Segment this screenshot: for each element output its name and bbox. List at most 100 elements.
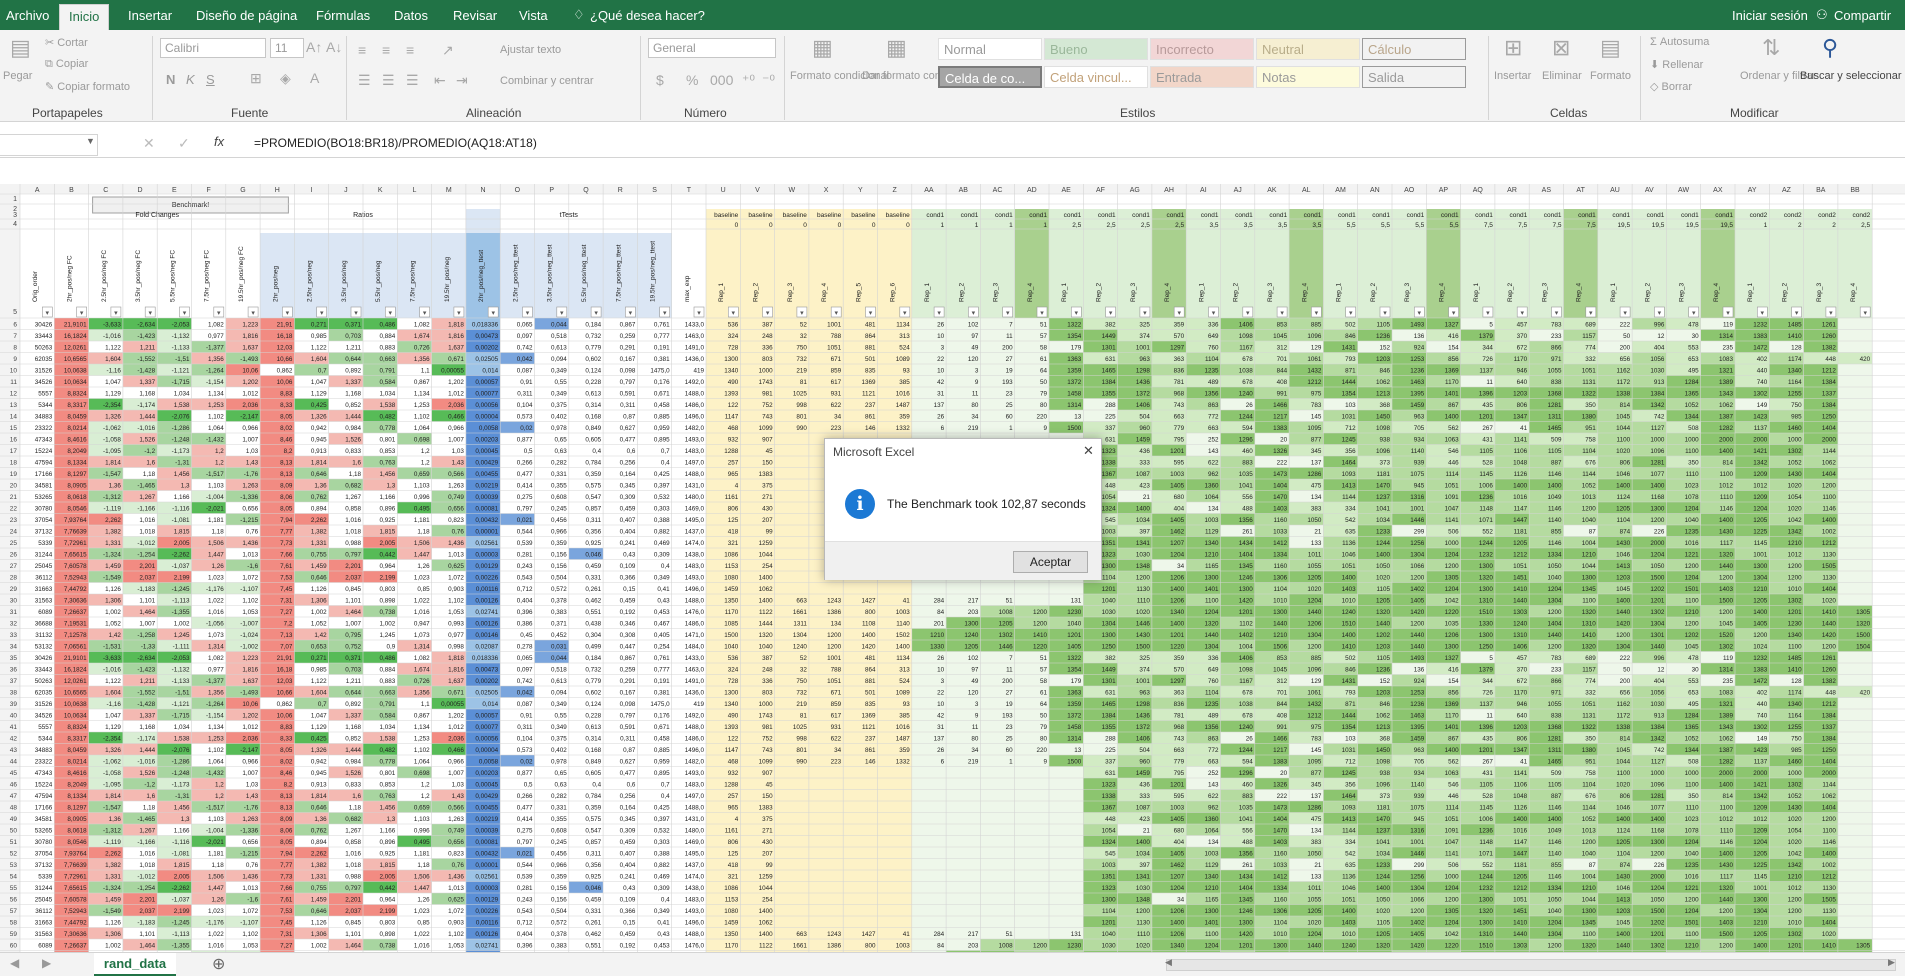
- cell-value[interactable]: 1130: [1822, 885, 1836, 892]
- cell-value[interactable]: 223: [831, 425, 842, 432]
- cell-value[interactable]: 562: [1448, 425, 1459, 432]
- cell-value[interactable]: 1045: [1273, 667, 1288, 674]
- cell-value[interactable]: 0,591: [620, 391, 636, 398]
- cell-value[interactable]: 2,199: [174, 908, 190, 915]
- cell-value[interactable]: 1301: [1102, 678, 1117, 685]
- cell-value[interactable]: 150: [762, 793, 773, 800]
- cell-value[interactable]: 0,43: [623, 885, 636, 892]
- cell-value[interactable]: 1243: [827, 598, 842, 605]
- cell-value[interactable]: 726: [1482, 356, 1493, 363]
- cell-value[interactable]: 10,6565: [64, 356, 87, 363]
- cell-value[interactable]: -1,012: [137, 540, 155, 547]
- cell-value[interactable]: 0,795: [345, 632, 361, 639]
- cell-value[interactable]: 1089: [896, 356, 911, 363]
- cell-value[interactable]: 370: [1517, 667, 1528, 674]
- cell-value[interactable]: 481: [865, 655, 876, 662]
- cell-value[interactable]: 883: [1242, 460, 1253, 467]
- cell-value[interactable]: 1,134: [208, 391, 224, 398]
- cell-value[interactable]: 8,83: [280, 391, 293, 398]
- cell-value[interactable]: 1405: [1170, 816, 1185, 823]
- cell-value[interactable]: 1100: [1822, 828, 1836, 835]
- cell-value[interactable]: 1,506: [208, 874, 224, 881]
- cell-value[interactable]: 1,36: [314, 483, 327, 490]
- cell-value[interactable]: 1286: [1307, 471, 1322, 478]
- cell-value[interactable]: 7,93764: [64, 851, 87, 858]
- cell-value[interactable]: 1,18: [212, 529, 225, 536]
- cell-value[interactable]: 1,816: [242, 333, 258, 340]
- borders-icon[interactable]: ⊞: [250, 70, 262, 87]
- cell-value[interactable]: 1300: [1479, 563, 1494, 570]
- cell-value[interactable]: 1304: [1753, 908, 1768, 915]
- cell-value[interactable]: 1035: [1445, 621, 1460, 628]
- cell-value[interactable]: 1463,0: [685, 667, 705, 674]
- cell-value[interactable]: 1012: [1719, 816, 1734, 823]
- cell-value[interactable]: 0,00455: [475, 805, 498, 812]
- cell-value[interactable]: -1,51: [175, 356, 190, 363]
- cell-value[interactable]: 0,176: [654, 379, 670, 386]
- cell-value[interactable]: 356: [1345, 448, 1356, 455]
- cell-value[interactable]: 1168: [1651, 828, 1665, 835]
- cell-value[interactable]: 0,02: [520, 425, 533, 432]
- cell-value[interactable]: 222: [1620, 322, 1631, 329]
- cell-value[interactable]: 546: [1448, 448, 1459, 455]
- cell-value[interactable]: 1,326: [105, 414, 121, 421]
- cell-value[interactable]: 0,018336: [472, 322, 499, 329]
- align-top-icon[interactable]: ≡: [358, 42, 366, 58]
- cell-value[interactable]: 0,797: [345, 552, 361, 559]
- cell-value[interactable]: 34: [834, 414, 842, 421]
- cell-value[interactable]: -2,147: [240, 414, 258, 421]
- cell-value[interactable]: 1,506: [414, 540, 430, 547]
- cell-value[interactable]: 1,034: [380, 391, 396, 398]
- cell-value[interactable]: 7,44792: [64, 920, 87, 927]
- cell-value[interactable]: 1051: [1445, 816, 1460, 823]
- cell-value[interactable]: 1020: [1136, 609, 1151, 616]
- cell-value[interactable]: -3,633: [103, 322, 121, 329]
- cell-value[interactable]: 416: [1448, 667, 1459, 674]
- cell-value[interactable]: 0,375: [551, 736, 567, 743]
- cell-value[interactable]: 1078: [1685, 494, 1700, 501]
- cell-value[interactable]: 8,1334: [67, 793, 87, 800]
- cell-value[interactable]: 0,00473: [475, 333, 498, 340]
- cell-value[interactable]: 1,064: [414, 425, 430, 432]
- column-header[interactable]: Y: [858, 187, 863, 194]
- cell-value[interactable]: 1051: [1445, 483, 1460, 490]
- cell-value[interactable]: 1463,0: [685, 333, 705, 340]
- cell-value[interactable]: 1,337: [139, 713, 155, 720]
- cell-value[interactable]: 1122: [759, 609, 773, 616]
- cell-value[interactable]: 1250: [1102, 644, 1117, 651]
- cell-value[interactable]: 504: [1139, 414, 1150, 421]
- cell-value[interactable]: 1016: [1685, 874, 1700, 881]
- cell-value[interactable]: 1033: [1273, 529, 1288, 536]
- cell-value[interactable]: 907: [762, 437, 773, 444]
- cell-value[interactable]: 382: [1105, 655, 1116, 662]
- cell-value[interactable]: 1225: [1753, 529, 1768, 536]
- cell-value[interactable]: 0,256: [620, 793, 636, 800]
- cell-value[interactable]: 1,18: [143, 471, 156, 478]
- cell-value[interactable]: 838: [1551, 379, 1562, 386]
- cell-value[interactable]: 404: [1654, 678, 1665, 685]
- cell-value[interactable]: 1137: [1754, 425, 1768, 432]
- cell-value[interactable]: 0,477: [620, 437, 636, 444]
- cell-value[interactable]: 1100: [1685, 782, 1699, 789]
- cell-value[interactable]: 0,7: [661, 448, 670, 455]
- cell-value[interactable]: 30: [1692, 333, 1700, 340]
- cell-value[interactable]: 835: [865, 701, 876, 708]
- cell-value[interactable]: 1217: [1273, 747, 1288, 754]
- cell-value[interactable]: 1,815: [174, 529, 190, 536]
- cell-value[interactable]: 1203: [1513, 724, 1528, 731]
- cell-value[interactable]: 1146: [1548, 874, 1562, 881]
- cell-value[interactable]: 1410: [1033, 632, 1048, 639]
- row-number[interactable]: 17: [10, 448, 18, 455]
- tab-insertar[interactable]: Insertar: [128, 8, 172, 23]
- cell-value[interactable]: 0,456: [551, 517, 567, 524]
- cell-value[interactable]: 1001: [1136, 345, 1151, 352]
- cell-value[interactable]: 800: [865, 943, 876, 950]
- cell-value[interactable]: 1383: [759, 805, 774, 812]
- cell-value[interactable]: 1493,0: [685, 437, 705, 444]
- cell-value[interactable]: 1383: [1273, 425, 1288, 432]
- cell-value[interactable]: 728: [728, 345, 739, 352]
- cell-value[interactable]: 0,959: [654, 759, 670, 766]
- cell-value[interactable]: 102: [968, 655, 979, 662]
- cell-value[interactable]: 960: [1139, 425, 1150, 432]
- cell-value[interactable]: 1046: [1616, 552, 1631, 559]
